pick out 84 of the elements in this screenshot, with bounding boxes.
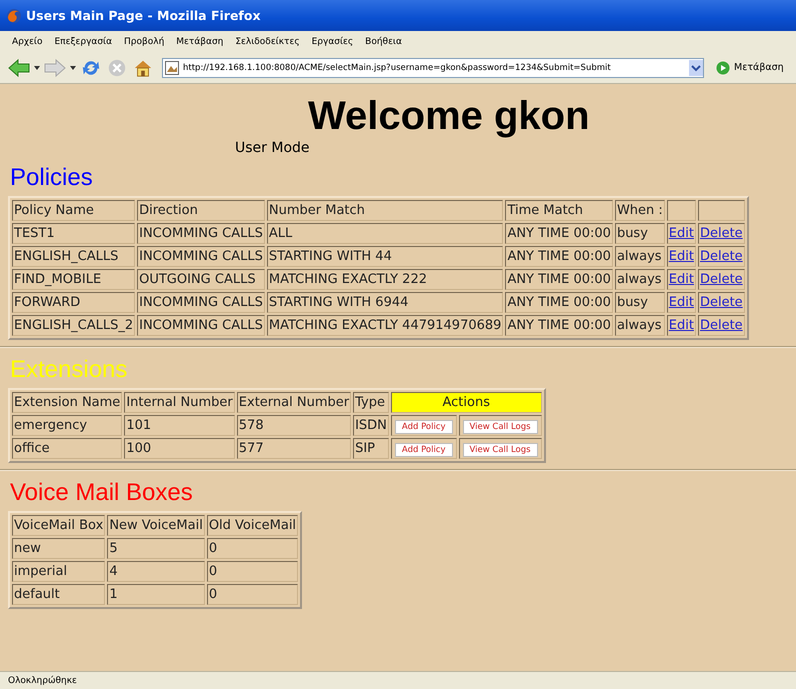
table-cell: ANY TIME 00:00 xyxy=(505,246,613,267)
menu-item[interactable]: Επεξεργασία xyxy=(54,36,112,46)
table-cell: new xyxy=(12,538,106,559)
table-cell: MATCHING EXACTLY 222 xyxy=(266,269,504,290)
table-cell: office xyxy=(12,438,122,459)
table-cell: FORWARD xyxy=(12,292,136,313)
header-cell: Old VoiceMail xyxy=(206,515,298,536)
view-call-logs-button[interactable]: View Call Logs xyxy=(462,420,538,434)
add-policy-button[interactable]: Add Policy xyxy=(394,442,453,456)
table-cell: STARTING WITH 44 xyxy=(266,246,504,267)
table-cell: INCOMMING CALLS xyxy=(137,246,265,267)
header-cell: VoiceMail Box xyxy=(12,515,106,536)
table-cell: imperial xyxy=(12,561,106,582)
back-arrow-icon[interactable] xyxy=(8,58,30,78)
view-call-logs-button[interactable]: View Call Logs xyxy=(462,442,538,456)
header-cell xyxy=(698,200,745,221)
header-cell xyxy=(666,200,696,221)
add-policy-button[interactable]: Add Policy xyxy=(394,420,453,434)
user-mode-label: User Mode xyxy=(235,140,311,156)
table-cell: ANY TIME 00:00 xyxy=(505,223,613,244)
header-cell: Time Match xyxy=(505,200,613,221)
table-cell: always xyxy=(614,315,665,336)
page-icon xyxy=(165,60,179,74)
table-cell: ANY TIME 00:00 xyxy=(505,315,613,336)
table-cell: 0 xyxy=(206,561,298,582)
welcome-heading: Welcome gkon xyxy=(308,93,591,140)
go-button[interactable]: Μετάβαση xyxy=(714,60,786,74)
table-cell: 4 xyxy=(107,561,205,582)
header-cell: Actions xyxy=(390,392,542,413)
table-cell: emergency xyxy=(12,415,122,436)
table-cell: busy xyxy=(614,223,665,244)
header-cell: Policy Name xyxy=(12,200,136,221)
header-cell: Number Match xyxy=(266,200,504,221)
menu-item[interactable]: Προβολή xyxy=(124,36,164,46)
table-cell: 5 xyxy=(107,538,205,559)
section-heading: Voice Mail Boxes xyxy=(10,479,194,507)
header-cell: Extension Name xyxy=(12,392,122,413)
table-cell: SIP xyxy=(353,438,389,459)
menu-item[interactable]: Σελιδοδείκτες xyxy=(235,36,300,46)
table-cell: 1 xyxy=(107,584,205,605)
dropdown-arrow-icon[interactable] xyxy=(70,66,76,70)
status-text: Ολοκληρώθηκε xyxy=(8,676,77,686)
table-cell: 101 xyxy=(124,415,235,436)
address-field[interactable]: http://192.168.1.100:8080/ACME/selectMain.jsp?username=gkon&password=1234&Submit=Submit xyxy=(162,58,704,78)
table-cell: ENGLISH_CALLS_2 xyxy=(12,315,136,336)
table-cell: 100 xyxy=(124,438,235,459)
table-cell: INCOMMING CALLS xyxy=(137,292,265,313)
browser-logo-icon xyxy=(6,8,22,24)
section-heading: Extensions xyxy=(10,356,128,384)
window-title: Users Main Page - Mozilla Firefox xyxy=(26,8,261,23)
url-text: http://192.168.1.100:8080/ACME/selectMain.jsp?username=gkon&password=1234&Submit=Submit xyxy=(183,62,612,72)
menu-item[interactable]: Μετάβαση xyxy=(176,36,224,46)
table-cell: ALL xyxy=(266,223,504,244)
header-cell: When : xyxy=(614,200,665,221)
table-cell: STARTING WITH 6944 xyxy=(266,292,504,313)
header-cell: External Number xyxy=(236,392,352,413)
table-cell: default xyxy=(12,584,106,605)
menu-item[interactable]: Εργασίες xyxy=(312,36,354,46)
table-cell: 0 xyxy=(206,538,298,559)
table-cell: busy xyxy=(614,292,665,313)
dropdown-arrow-icon[interactable] xyxy=(34,66,40,70)
table-cell: INCOMMING CALLS xyxy=(137,315,265,336)
table-cell: MATCHING EXACTLY 447914970689 xyxy=(266,315,504,336)
table-cell: 577 xyxy=(236,438,352,459)
table-cell: OUTGOING CALLS xyxy=(137,269,265,290)
table-cell: 0 xyxy=(206,584,298,605)
table-cell: always xyxy=(614,246,665,267)
header-cell: Direction xyxy=(137,200,265,221)
table-cell: always xyxy=(614,269,665,290)
table-cell: TEST1 xyxy=(12,223,136,244)
menu-item[interactable]: Αρχείο xyxy=(12,36,42,46)
header-cell: New VoiceMail xyxy=(107,515,205,536)
section-heading: Policies xyxy=(10,164,94,192)
table-cell: ANY TIME 00:00 xyxy=(505,292,613,313)
table-cell: 578 xyxy=(236,415,352,436)
table-cell: INCOMMING CALLS xyxy=(137,223,265,244)
table-cell: ISDN xyxy=(353,415,389,436)
menu-item[interactable]: Βοήθεια xyxy=(365,36,402,46)
table-cell: ANY TIME 00:00 xyxy=(505,269,613,290)
table-cell: FIND_MOBILE xyxy=(12,269,136,290)
header-cell: Type xyxy=(353,392,389,413)
go-icon xyxy=(716,60,730,74)
table-cell: ENGLISH_CALLS xyxy=(12,246,136,267)
header-cell: Internal Number xyxy=(124,392,235,413)
